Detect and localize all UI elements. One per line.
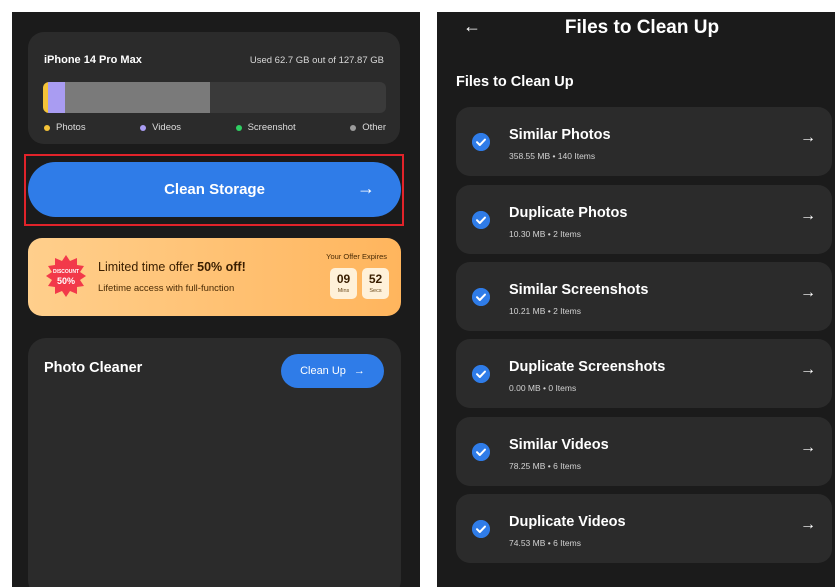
storage-legend: Photos Videos Screenshot Other (44, 122, 386, 133)
offer-banner[interactable]: DISCOUNT 50% Limited time offer 50% off!… (28, 238, 401, 316)
legend-other: Other (350, 122, 386, 133)
legend-photos: Photos (44, 122, 86, 133)
item-title: Duplicate Videos (509, 514, 626, 530)
check-circle-icon[interactable] (472, 133, 490, 151)
legend-videos-label: Videos (152, 122, 182, 133)
offer-title: Limited time offer 50% off! (98, 260, 246, 274)
item-meta: 10.21 MB • 2 Items (509, 306, 581, 316)
legend-screenshot: Screenshot (235, 122, 296, 133)
item-title: Similar Photos (509, 127, 611, 143)
arrow-right-icon: → (800, 207, 816, 224)
list-item-duplicate-photos[interactable]: Duplicate Photos 10.30 MB • 2 Items → (456, 185, 832, 254)
timer-seconds-unit: Secs (369, 288, 382, 294)
files-to-clean-screen: ← Files to Clean Up Files to Clean Up Si… (437, 12, 835, 587)
legend-photos-dot (44, 124, 50, 131)
device-name: iPhone 14 Pro Max (44, 54, 142, 66)
arrow-right-icon: → (800, 284, 816, 301)
bar-segment-videos (48, 82, 65, 113)
check-circle-icon[interactable] (472, 365, 490, 383)
storage-usage-bar (43, 82, 386, 113)
legend-other-label: Other (362, 122, 386, 133)
list-item-duplicate-videos[interactable]: Duplicate Videos 74.53 MB • 6 Items → (456, 494, 832, 563)
list-item-similar-photos[interactable]: Similar Photos 358.55 MB • 140 Items → (456, 107, 832, 176)
item-title: Duplicate Photos (509, 205, 628, 221)
arrow-right-icon: → (800, 129, 816, 146)
timer-seconds-value: 52 (368, 272, 383, 286)
timer-seconds: 52 Secs (362, 268, 389, 299)
timer-minutes-unit: Mins (337, 288, 350, 294)
storage-card: iPhone 14 Pro Max Used 62.7 GB out of 12… (28, 32, 400, 144)
list-item-similar-videos[interactable]: Similar Videos 78.25 MB • 6 Items → (456, 417, 832, 486)
bar-segment-other (65, 82, 210, 113)
arrow-right-icon: → (800, 516, 816, 533)
clean-up-label: Clean Up (300, 365, 346, 377)
check-circle-icon[interactable] (472, 288, 490, 306)
offer-title-prefix: Limited time offer (98, 260, 198, 274)
legend-screenshot-label: Screenshot (247, 122, 296, 133)
list-item-duplicate-screenshots[interactable]: Duplicate Screenshots 0.00 MB • 0 Items … (456, 339, 832, 408)
arrow-right-icon: → (353, 365, 365, 377)
check-circle-icon[interactable] (472, 211, 490, 229)
offer-title-bold: 50% off! (197, 260, 246, 274)
section-title: Files to Clean Up (456, 74, 574, 90)
timer-minutes-value: 09 (336, 272, 351, 286)
item-meta: 0.00 MB • 0 Items (509, 383, 577, 393)
item-meta: 74.53 MB • 6 Items (509, 538, 581, 548)
badge-value: 50% (56, 276, 75, 286)
item-title: Similar Screenshots (509, 282, 649, 298)
offer-expires-label: Your Offer Expires (326, 252, 387, 261)
storage-used-text: Used 62.7 GB out of 127.87 GB (249, 55, 384, 66)
legend-videos: Videos (140, 122, 181, 133)
offer-subtitle: Lifetime access with full-function (98, 283, 235, 294)
legend-videos-dot (140, 124, 147, 131)
legend-photos-label: Photos (56, 122, 86, 133)
timer-minutes: 09 Mins (330, 268, 357, 299)
arrow-right-icon: → (800, 361, 816, 378)
highlight-box (24, 154, 404, 226)
storage-screen: iPhone 14 Pro Max Used 62.7 GB out of 12… (12, 12, 420, 587)
photo-cleaner-card: Photo Cleaner Clean Up → (28, 338, 401, 587)
check-circle-icon[interactable] (472, 520, 490, 538)
item-meta: 358.55 MB • 140 Items (509, 151, 596, 161)
item-title: Duplicate Screenshots (509, 359, 666, 375)
badge-label: DISCOUNT (52, 269, 80, 275)
page-title: Files to Clean Up (564, 17, 720, 38)
screenshot-root: iPhone 14 Pro Max Used 62.7 GB out of 12… (0, 0, 835, 587)
clean-up-button[interactable]: Clean Up → (281, 354, 384, 388)
check-circle-icon[interactable] (472, 443, 490, 461)
photo-cleaner-title: Photo Cleaner (44, 360, 143, 376)
arrow-right-icon: → (800, 439, 816, 456)
list-item-similar-screenshots[interactable]: Similar Screenshots 10.21 MB • 2 Items → (456, 262, 832, 331)
legend-other-dot (350, 124, 357, 131)
item-title: Similar Videos (509, 437, 609, 453)
legend-screenshot-dot (235, 124, 242, 131)
item-meta: 10.30 MB • 2 Items (509, 229, 581, 239)
item-meta: 78.25 MB • 6 Items (509, 461, 581, 471)
